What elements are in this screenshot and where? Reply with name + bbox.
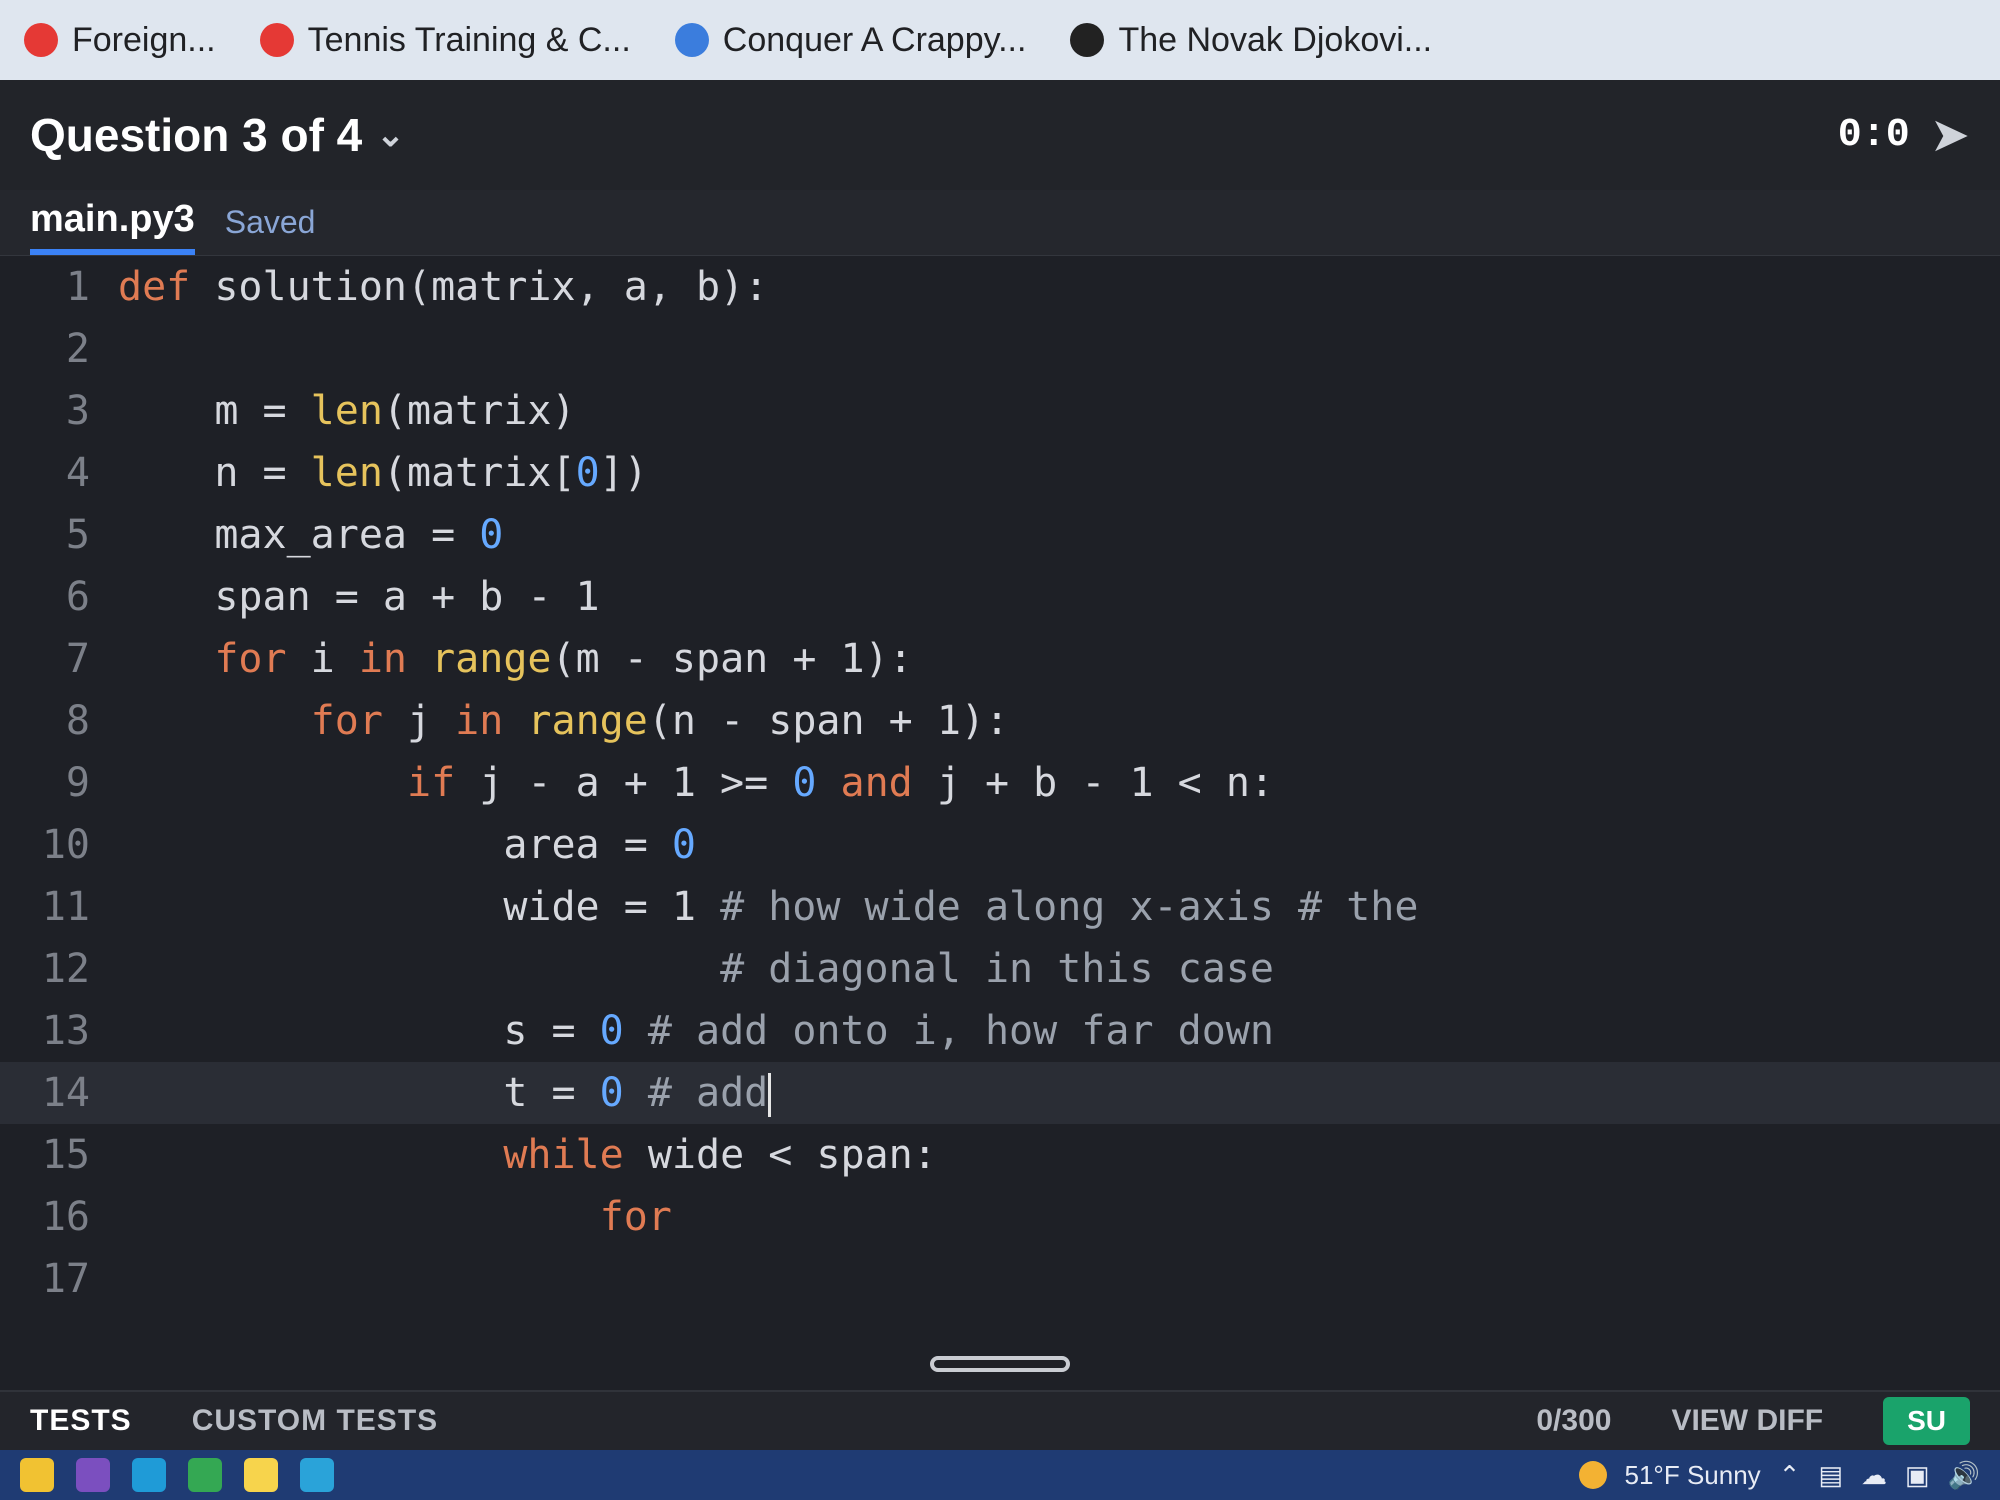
code-line-active: 14 t = 0 # add bbox=[0, 1062, 2000, 1124]
code-line: 8 for j in range(n - span + 1): bbox=[0, 690, 2000, 752]
code-text: max_area = 0 bbox=[118, 512, 504, 558]
tests-panel: TESTS CUSTOM TESTS 0/300 VIEW DIFF SU bbox=[0, 1390, 2000, 1450]
store-icon[interactable] bbox=[132, 1458, 166, 1492]
code-line: 16 for bbox=[0, 1186, 2000, 1248]
code-text: # diagonal in this case bbox=[720, 946, 1274, 992]
network-icon[interactable]: ▤ bbox=[1818, 1460, 1843, 1491]
code-text: s = 0 # add onto i, how far down bbox=[118, 1008, 1274, 1054]
line-number: 8 bbox=[65, 698, 90, 744]
edge-icon[interactable] bbox=[300, 1458, 334, 1492]
line-number: 14 bbox=[41, 1070, 90, 1116]
file-explorer-icon[interactable] bbox=[20, 1458, 54, 1492]
system-tray: 51°F Sunny ⌃ ▤ ☁ ▣ 🔊 bbox=[1578, 1460, 1980, 1491]
line-number: 16 bbox=[41, 1194, 90, 1240]
code-line: 7 for i in range(m - span + 1): bbox=[0, 628, 2000, 690]
bookmark-label: Tennis Training & C... bbox=[307, 20, 631, 59]
display-icon[interactable]: ▣ bbox=[1905, 1460, 1930, 1491]
code-line: 11 wide = 1 # how wide along x-axis # th… bbox=[0, 876, 2000, 938]
sticky-notes-icon[interactable] bbox=[244, 1458, 278, 1492]
bookmarks-bar: Foreign... Tennis Training & C... Conque… bbox=[0, 0, 2000, 80]
question-selector[interactable]: Question 3 of 4 ⌄ bbox=[30, 108, 405, 162]
os-taskbar: 51°F Sunny ⌃ ▤ ☁ ▣ 🔊 bbox=[0, 1450, 2000, 1500]
bookmark-label: Conquer A Crappy... bbox=[722, 20, 1027, 59]
line-number: 17 bbox=[41, 1256, 90, 1302]
code-text: for j in range(n - span + 1): bbox=[310, 698, 1010, 744]
file-tab[interactable]: main.py3 bbox=[30, 198, 195, 255]
code-text: def solution(matrix, a, b): bbox=[118, 264, 769, 310]
ide-header: Question 3 of 4 ⌄ 0:0 ➤ bbox=[0, 80, 2000, 190]
code-line: 1 def solution(matrix, a, b): bbox=[0, 256, 2000, 318]
submit-button[interactable]: SU bbox=[1883, 1397, 1970, 1445]
code-text: t = 0 # add bbox=[118, 1070, 772, 1117]
line-number: 5 bbox=[65, 512, 90, 558]
code-text: while wide < span: bbox=[503, 1132, 937, 1178]
sun-icon bbox=[1578, 1461, 1607, 1489]
mouse-cursor-icon: ➤ bbox=[1929, 109, 1970, 162]
line-number: 15 bbox=[41, 1132, 90, 1178]
chrome-icon[interactable] bbox=[188, 1458, 222, 1492]
bookmark-favicon-icon bbox=[1070, 23, 1105, 57]
chevron-down-icon: ⌄ bbox=[376, 116, 405, 154]
cloud-icon[interactable]: ☁ bbox=[1861, 1460, 1887, 1491]
code-text: if j - a + 1 >= 0 and j + b - 1 < n: bbox=[406, 760, 1274, 806]
line-number: 10 bbox=[41, 822, 90, 868]
bookmark-favicon-icon bbox=[24, 23, 58, 57]
line-number: 11 bbox=[41, 884, 90, 930]
code-text: area = 0 bbox=[118, 822, 696, 868]
line-number: 3 bbox=[65, 388, 90, 434]
line-number: 9 bbox=[65, 760, 90, 806]
panel-resize-handle[interactable] bbox=[930, 1356, 1070, 1372]
bookmark-favicon-icon bbox=[674, 23, 709, 57]
code-line: 15 while wide < span: bbox=[0, 1124, 2000, 1186]
timer: 0:0 bbox=[1837, 112, 1910, 158]
code-line: 5 max_area = 0 bbox=[0, 504, 2000, 566]
line-number: 2 bbox=[65, 326, 90, 372]
code-text: m = len(matrix) bbox=[118, 388, 576, 434]
bookmark-item[interactable]: Conquer A Crappy... bbox=[674, 20, 1027, 60]
question-title: Question 3 of 4 bbox=[30, 109, 363, 161]
bookmark-label: The Novak Djokovi... bbox=[1118, 20, 1433, 59]
onenote-icon[interactable] bbox=[76, 1458, 110, 1492]
bookmark-item[interactable]: Tennis Training & C... bbox=[259, 20, 631, 60]
line-number: 7 bbox=[65, 636, 90, 682]
view-diff-button[interactable]: VIEW DIFF bbox=[1671, 1404, 1823, 1438]
bookmark-item[interactable]: Foreign... bbox=[24, 21, 216, 60]
code-line: 2 bbox=[0, 318, 2000, 380]
code-line: 17 bbox=[0, 1248, 2000, 1310]
code-line: 4 n = len(matrix[0]) bbox=[0, 442, 2000, 504]
code-editor[interactable]: 1 def solution(matrix, a, b): 2 3 m = le… bbox=[0, 256, 2000, 1390]
code-line: 13 s = 0 # add onto i, how far down bbox=[0, 1000, 2000, 1062]
code-text: span = a + b - 1 bbox=[118, 574, 600, 620]
code-line: 3 m = len(matrix) bbox=[0, 380, 2000, 442]
score-count: 0/300 bbox=[1536, 1404, 1612, 1437]
tab-custom-tests[interactable]: CUSTOM TESTS bbox=[192, 1404, 438, 1438]
code-line: 6 span = a + b - 1 bbox=[0, 566, 2000, 628]
bookmark-item[interactable]: The Novak Djokovi... bbox=[1070, 21, 1432, 60]
line-number: 4 bbox=[65, 450, 90, 496]
line-number: 13 bbox=[41, 1008, 90, 1054]
line-number: 1 bbox=[65, 264, 90, 310]
code-line: 9 if j - a + 1 >= 0 and j + b - 1 < n: bbox=[0, 752, 2000, 814]
text-caret bbox=[768, 1072, 772, 1117]
speaker-icon[interactable]: 🔊 bbox=[1948, 1460, 1980, 1491]
save-status: Saved bbox=[224, 204, 316, 240]
code-text: for bbox=[599, 1194, 672, 1240]
code-text: n = len(matrix[0]) bbox=[118, 450, 648, 496]
line-number: 12 bbox=[41, 946, 90, 992]
tab-tests[interactable]: TESTS bbox=[30, 1404, 132, 1438]
editor-tab-row: main.py3 Saved bbox=[0, 190, 2000, 256]
code-text: for i in range(m - span + 1): bbox=[214, 636, 913, 682]
line-number: 6 bbox=[65, 574, 90, 620]
code-line: 10 area = 0 bbox=[0, 814, 2000, 876]
bookmark-favicon-icon bbox=[259, 23, 294, 57]
code-text: wide = 1 # how wide along x-axis # the bbox=[118, 884, 1419, 930]
code-line: 12 # diagonal in this case bbox=[0, 938, 2000, 1000]
weather-text[interactable]: 51°F Sunny bbox=[1625, 1460, 1761, 1491]
chevron-up-icon[interactable]: ⌃ bbox=[1779, 1460, 1801, 1491]
bookmark-label: Foreign... bbox=[72, 20, 216, 59]
